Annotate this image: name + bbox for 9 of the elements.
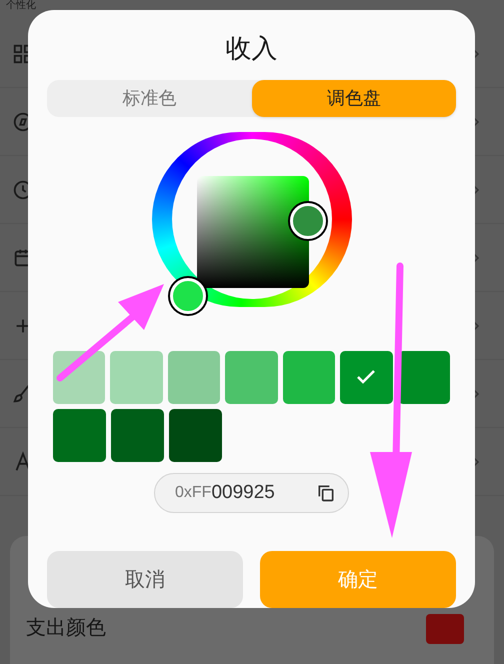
segment-tab[interactable]: 标准色 [47, 80, 252, 117]
dialog-title: 收入 [226, 32, 278, 64]
section-header: 个性化 [6, 0, 37, 11]
hex-field[interactable]: 0xFF009925 [154, 472, 349, 514]
row-label: 支出颜色 [26, 616, 106, 641]
cancel-button[interactable]: 取消 [47, 551, 243, 608]
hex-value: 009925 [211, 480, 275, 505]
segment-tab[interactable]: 调色盘 [252, 80, 456, 117]
hex-prefix: 0xFF [175, 482, 212, 503]
